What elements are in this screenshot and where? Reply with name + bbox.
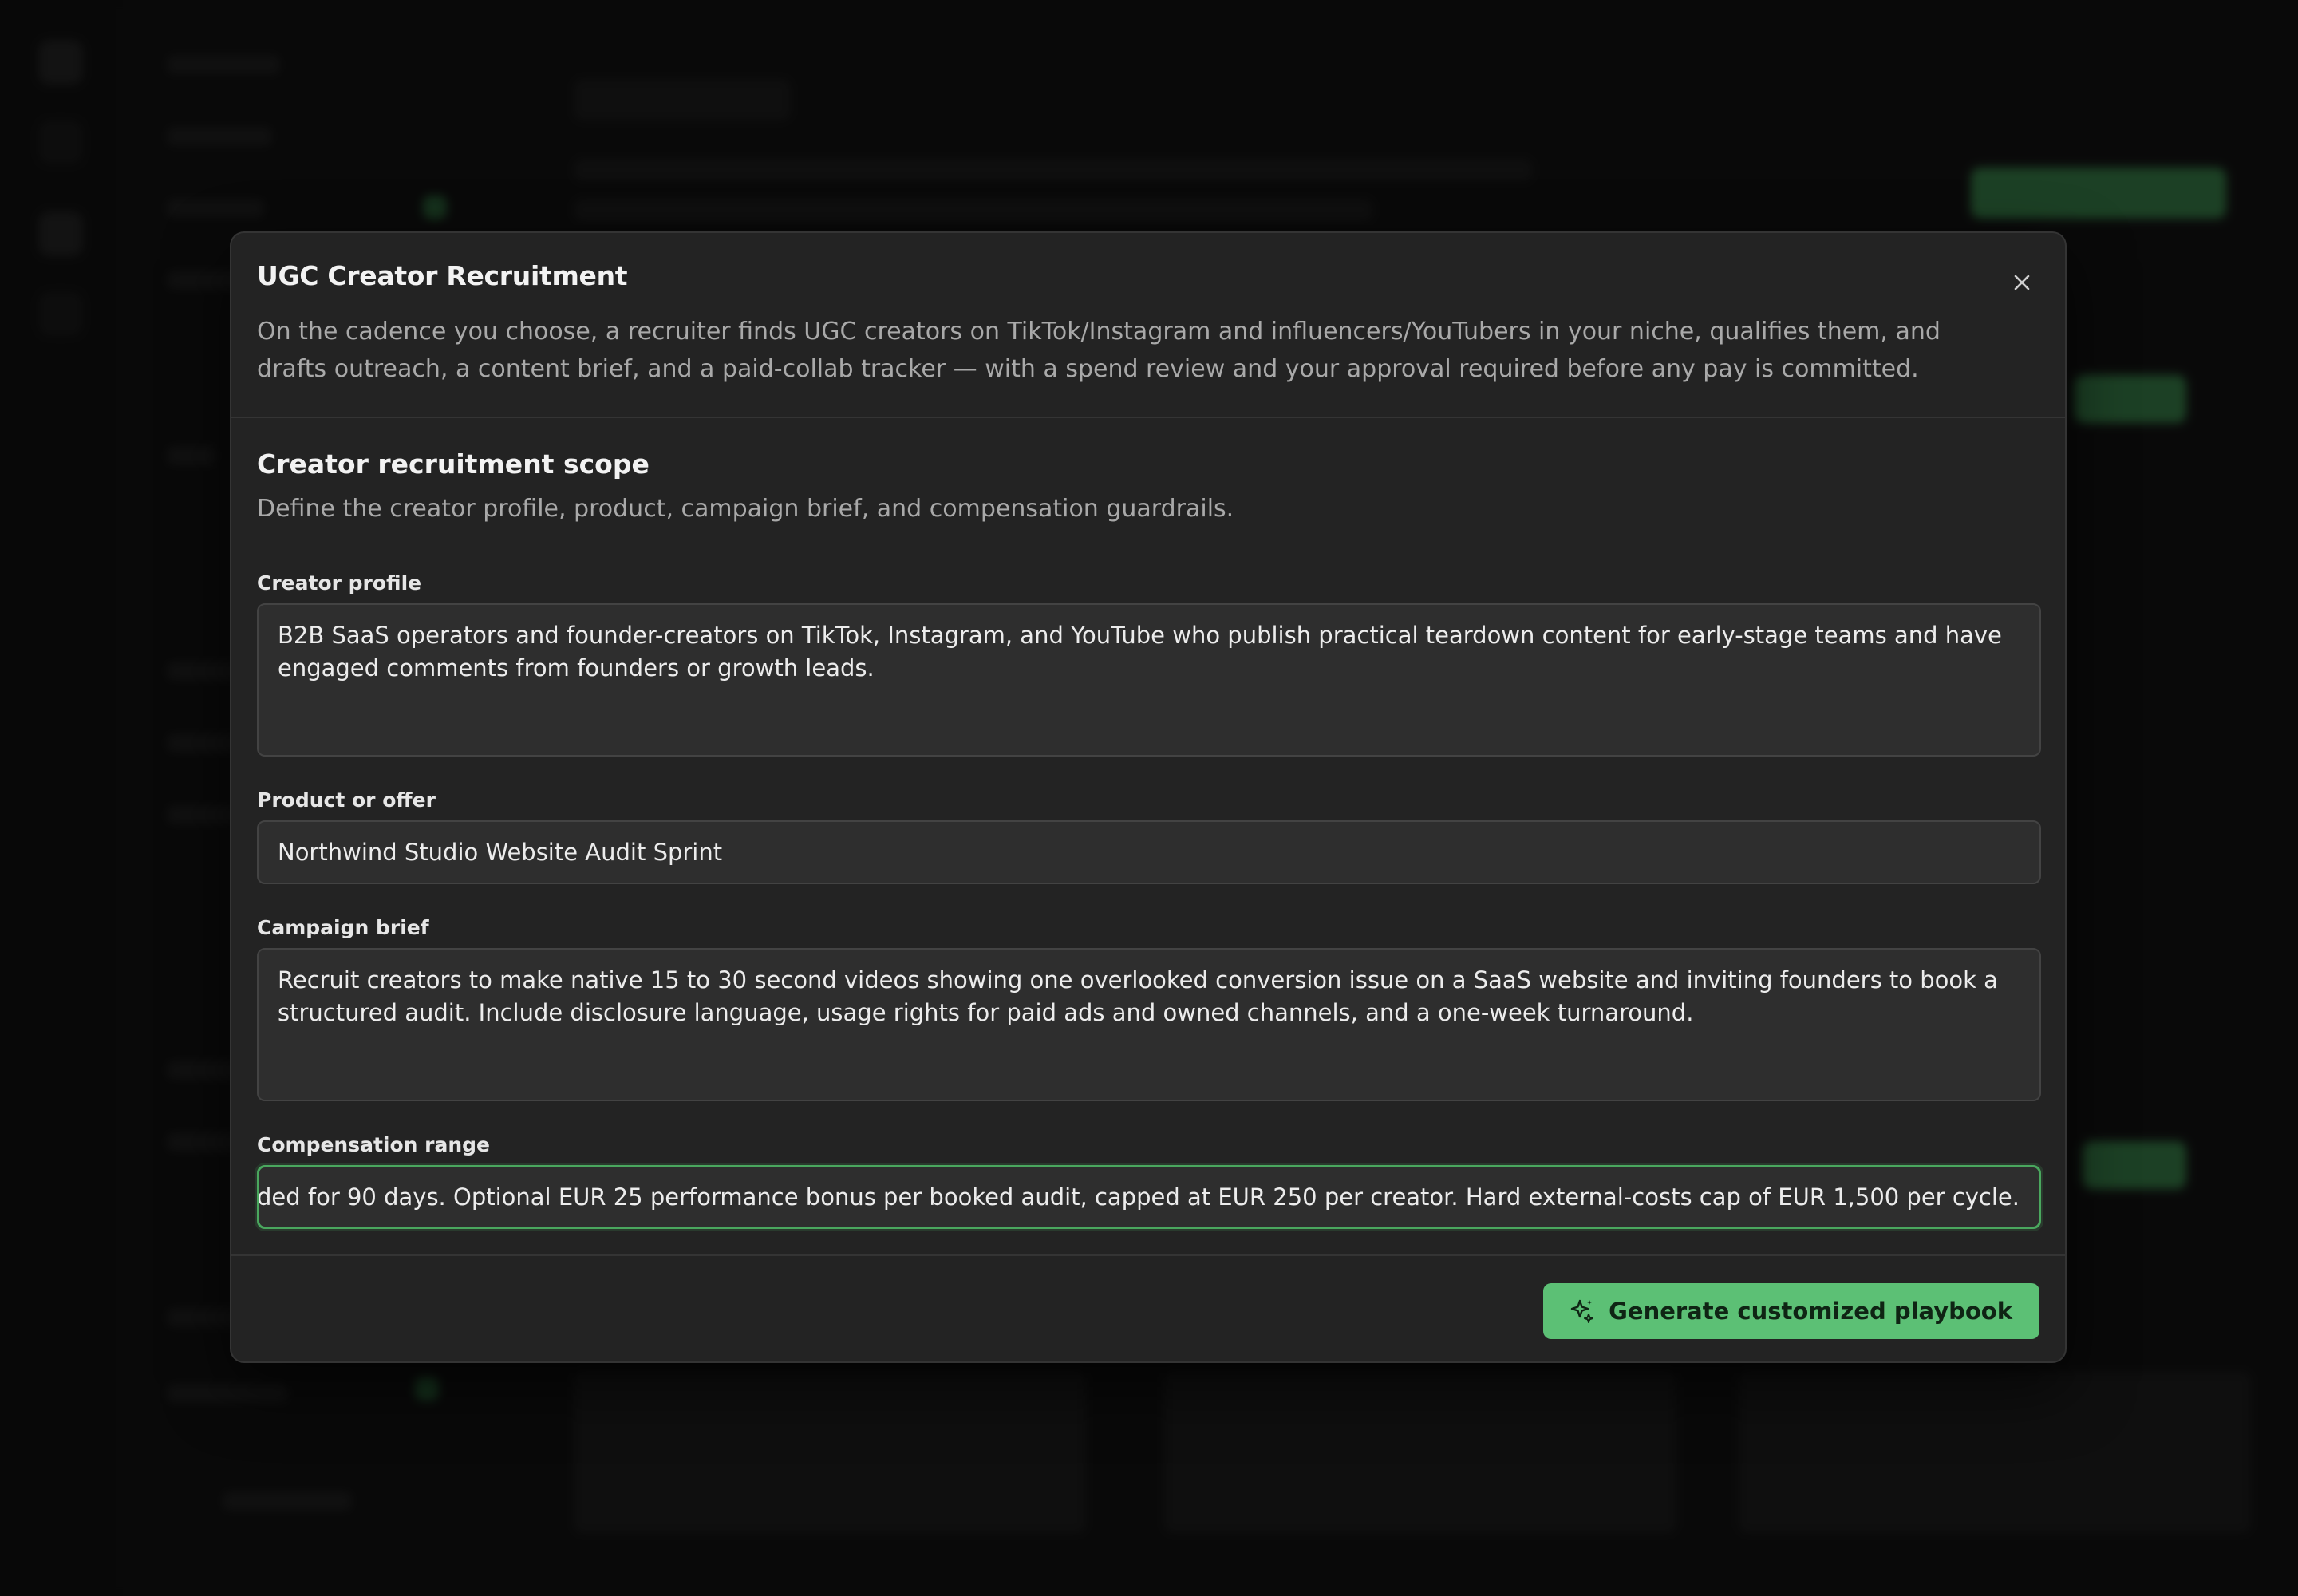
generate-playbook-label: Generate customized playbook [1609, 1298, 2012, 1325]
creator-profile-textarea[interactable]: B2B SaaS operators and founder-creators … [257, 603, 2041, 757]
product-label: Product or offer [257, 788, 436, 812]
campaign-brief-label: Campaign brief [257, 916, 429, 939]
modal-title: UGC Creator Recruitment [257, 260, 628, 291]
compensation-input[interactable]: ıded for 90 days. Optional EUR 25 perfor… [257, 1165, 2041, 1229]
modal-footer: Generate customized playbook [231, 1254, 2065, 1361]
section-description: Define the creator profile, product, cam… [257, 495, 1234, 523]
generate-playbook-button[interactable]: Generate customized playbook [1543, 1283, 2039, 1339]
sparkles-icon [1570, 1299, 1594, 1323]
compensation-label: Compensation range [257, 1133, 491, 1156]
compensation-value: ıded for 90 days. Optional EUR 25 perfor… [257, 1183, 2020, 1211]
campaign-brief-value: Recruit creators to make native 15 to 30… [278, 966, 1998, 1026]
section-title: Creator recruitment scope [257, 448, 650, 480]
product-input[interactable]: Northwind Studio Website Audit Sprint [257, 820, 2041, 884]
modal-description: On the cadence you choose, a recruiter f… [257, 318, 1941, 383]
close-button[interactable] [2006, 267, 2038, 298]
playbook-modal: UGC Creator Recruitment On the cadence y… [230, 231, 2067, 1363]
campaign-brief-textarea[interactable]: Recruit creators to make native 15 to 30… [257, 948, 2041, 1101]
close-icon [2014, 275, 2030, 290]
creator-profile-label: Creator profile [257, 571, 422, 595]
product-value: Northwind Studio Website Audit Sprint [278, 839, 723, 866]
modal-header: UGC Creator Recruitment On the cadence y… [231, 233, 2065, 418]
creator-profile-value: B2B SaaS operators and founder-creators … [278, 622, 2002, 681]
